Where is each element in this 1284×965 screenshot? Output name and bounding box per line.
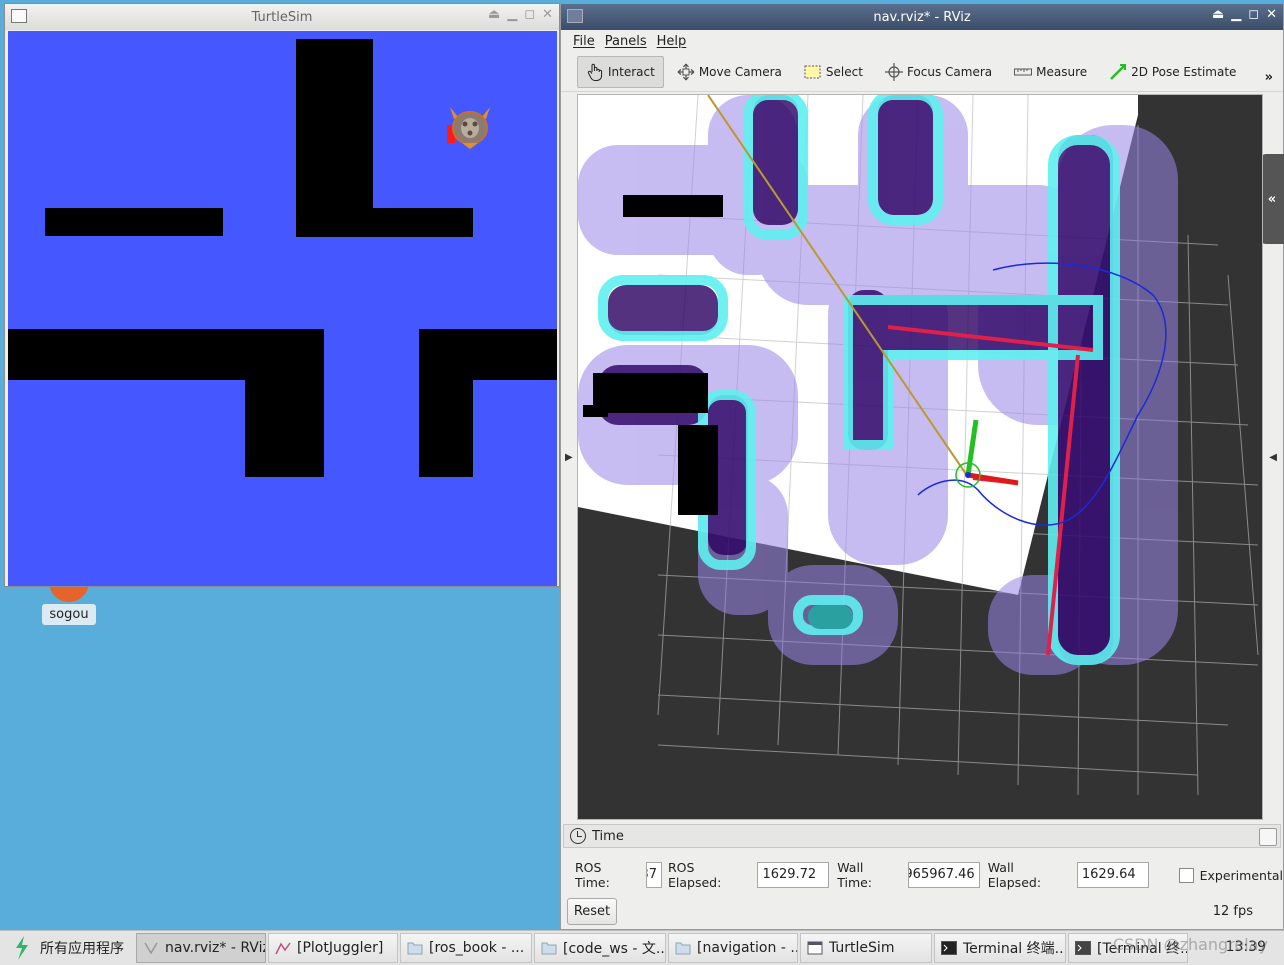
task-label: [code_ws - 文... xyxy=(563,941,666,957)
menu-help[interactable]: Help xyxy=(657,34,687,49)
task-rviz[interactable]: nav.rviz* - RViz xyxy=(136,933,266,963)
move-arrows-icon xyxy=(677,63,695,81)
reset-button[interactable]: Reset xyxy=(567,898,617,925)
task-label: TurtleSim xyxy=(829,940,895,956)
focus-camera-tool-button[interactable]: Focus Camera xyxy=(876,56,1001,88)
shade-button[interactable]: ⏏ xyxy=(1212,7,1224,22)
maximize-button[interactable]: ◻ xyxy=(524,7,535,22)
task-label: [navigation - ... xyxy=(697,940,798,956)
terminal-icon xyxy=(1075,941,1091,955)
ruler-icon xyxy=(1014,63,1033,81)
2d-pose-estimate-tool-button[interactable]: 2D Pose Estimate xyxy=(1100,56,1245,88)
start-menu-button[interactable]: 所有应用程序 xyxy=(0,931,136,965)
ros-elapsed-label: ROS Elapsed: xyxy=(667,860,722,890)
tool-label: Focus Camera xyxy=(906,64,993,79)
hand-pointer-icon xyxy=(586,63,604,81)
time-panel: Time ROS Time: 37 ROS Elapsed: 1629.72 W… xyxy=(561,824,1283,929)
left-panel-toggle-icon[interactable]: ▶ xyxy=(565,452,573,463)
turtlesim-titlebar[interactable]: TurtleSim ⏏ ▁ ◻ ✕ xyxy=(5,4,559,30)
wall xyxy=(296,208,473,237)
costmap-render xyxy=(578,95,1262,819)
wall xyxy=(419,329,473,477)
minimize-button[interactable]: ▁ xyxy=(507,7,517,22)
green-arrow-icon xyxy=(1109,63,1127,81)
maximize-button[interactable]: ◻ xyxy=(1248,7,1259,22)
rviz-window[interactable]: nav.rviz* - RViz ⏏ ▁ ◻ ✕ File Panels Hel… xyxy=(560,3,1284,930)
minimize-button[interactable]: ▁ xyxy=(1231,7,1241,22)
select-box-icon xyxy=(804,63,822,81)
tool-label: 2D Pose Estimate xyxy=(1131,64,1237,79)
tool-bar: Interact Move Camera Select Focus Camera… xyxy=(561,52,1283,92)
time-panel-title: Time xyxy=(592,828,624,844)
obstacle-teal xyxy=(808,605,853,629)
watermark-text: CSDN @zhangrelay xyxy=(1112,935,1268,954)
task-ros-book[interactable]: [ros_book - ... xyxy=(400,933,532,963)
turtlesim-canvas[interactable] xyxy=(8,31,557,586)
shade-button[interactable]: ⏏ xyxy=(488,7,500,22)
interact-tool-button[interactable]: Interact xyxy=(577,55,664,88)
tool-label: Select xyxy=(825,64,863,79)
window-title: TurtleSim xyxy=(251,9,313,25)
wall-elapsed-label: Wall Elapsed: xyxy=(987,860,1042,890)
undock-button[interactable] xyxy=(1259,828,1277,846)
window-icon[interactable] xyxy=(567,9,583,23)
menu-bar: File Panels Help xyxy=(561,30,1283,52)
turtlesim-window[interactable]: TurtleSim ⏏ ▁ ◻ ✕ xyxy=(4,3,560,587)
task-label: nav.rviz* - RViz xyxy=(165,940,266,956)
window-icon[interactable] xyxy=(11,9,27,23)
right-panel-toggle-icon[interactable]: ◀ xyxy=(1269,452,1277,463)
time-panel-header[interactable]: Time xyxy=(563,824,1281,848)
turtle-icon xyxy=(447,107,490,149)
window-icon xyxy=(807,941,823,955)
tool-label: Move Camera xyxy=(698,64,782,79)
wall-time-field[interactable]: 965967.46 xyxy=(907,862,980,888)
experimental-checkbox[interactable] xyxy=(1178,867,1194,883)
move-camera-tool-button[interactable]: Move Camera xyxy=(668,56,791,88)
tool-label: Interact xyxy=(608,64,655,79)
task-label: [PlotJuggler] xyxy=(297,940,384,956)
menu-file[interactable]: File xyxy=(573,34,595,49)
menu-panels[interactable]: Panels xyxy=(605,34,647,49)
fps-indicator: 12 fps xyxy=(1212,904,1253,919)
crosshair-icon xyxy=(884,62,903,81)
3d-viewport[interactable] xyxy=(577,94,1263,820)
task-terminal-1[interactable]: Terminal 终端... xyxy=(934,933,1066,963)
measure-tool-button[interactable]: Measure xyxy=(1005,56,1096,88)
wall xyxy=(45,208,223,236)
collapse-panel-button[interactable]: « xyxy=(1260,154,1284,244)
close-button[interactable]: ✕ xyxy=(1266,7,1277,22)
task-code-ws[interactable]: [code_ws - 文... xyxy=(534,933,666,963)
tool-label: Measure xyxy=(1036,64,1088,79)
window-title: nav.rviz* - RViz xyxy=(873,9,971,25)
rviz-icon xyxy=(144,942,158,955)
wall xyxy=(245,329,324,477)
terminal-icon xyxy=(941,941,957,955)
desktop-icon-label: sogou xyxy=(42,604,96,625)
close-button[interactable]: ✕ xyxy=(542,7,553,22)
folder-icon xyxy=(675,942,691,955)
app-menu-icon xyxy=(16,936,28,960)
select-tool-button[interactable]: Select xyxy=(795,56,872,88)
start-label: 所有应用程序 xyxy=(40,941,124,957)
toolbar-more-button[interactable]: » xyxy=(1265,70,1273,85)
folder-icon xyxy=(407,942,423,955)
folder-icon xyxy=(541,942,557,955)
ros-time-label: ROS Time: xyxy=(575,860,610,890)
ros-elapsed-field[interactable]: 1629.72 xyxy=(757,862,830,888)
ros-time-field[interactable]: 37 xyxy=(646,862,662,888)
plotjuggler-icon xyxy=(275,942,291,955)
task-plotjuggler[interactable]: [PlotJuggler] xyxy=(268,933,398,963)
taskbar: 所有应用程序 nav.rviz* - RViz [PlotJuggler] [r… xyxy=(0,930,1284,965)
experimental-label: Experimental xyxy=(1199,867,1283,883)
task-navigation[interactable]: [navigation - ... xyxy=(668,933,798,963)
task-label: Terminal 终端... xyxy=(963,941,1066,957)
wall-elapsed-field[interactable]: 1629.64 xyxy=(1076,862,1149,888)
clock-icon xyxy=(570,828,586,844)
time-fields: ROS Time: 37 ROS Elapsed: 1629.72 Wall T… xyxy=(575,860,1283,890)
task-turtlesim[interactable]: TurtleSim xyxy=(800,933,932,963)
task-label: [ros_book - ... xyxy=(429,940,525,956)
rviz-titlebar[interactable]: nav.rviz* - RViz ⏏ ▁ ◻ ✕ xyxy=(561,4,1283,30)
wall-time-label: Wall Time: xyxy=(837,860,873,890)
